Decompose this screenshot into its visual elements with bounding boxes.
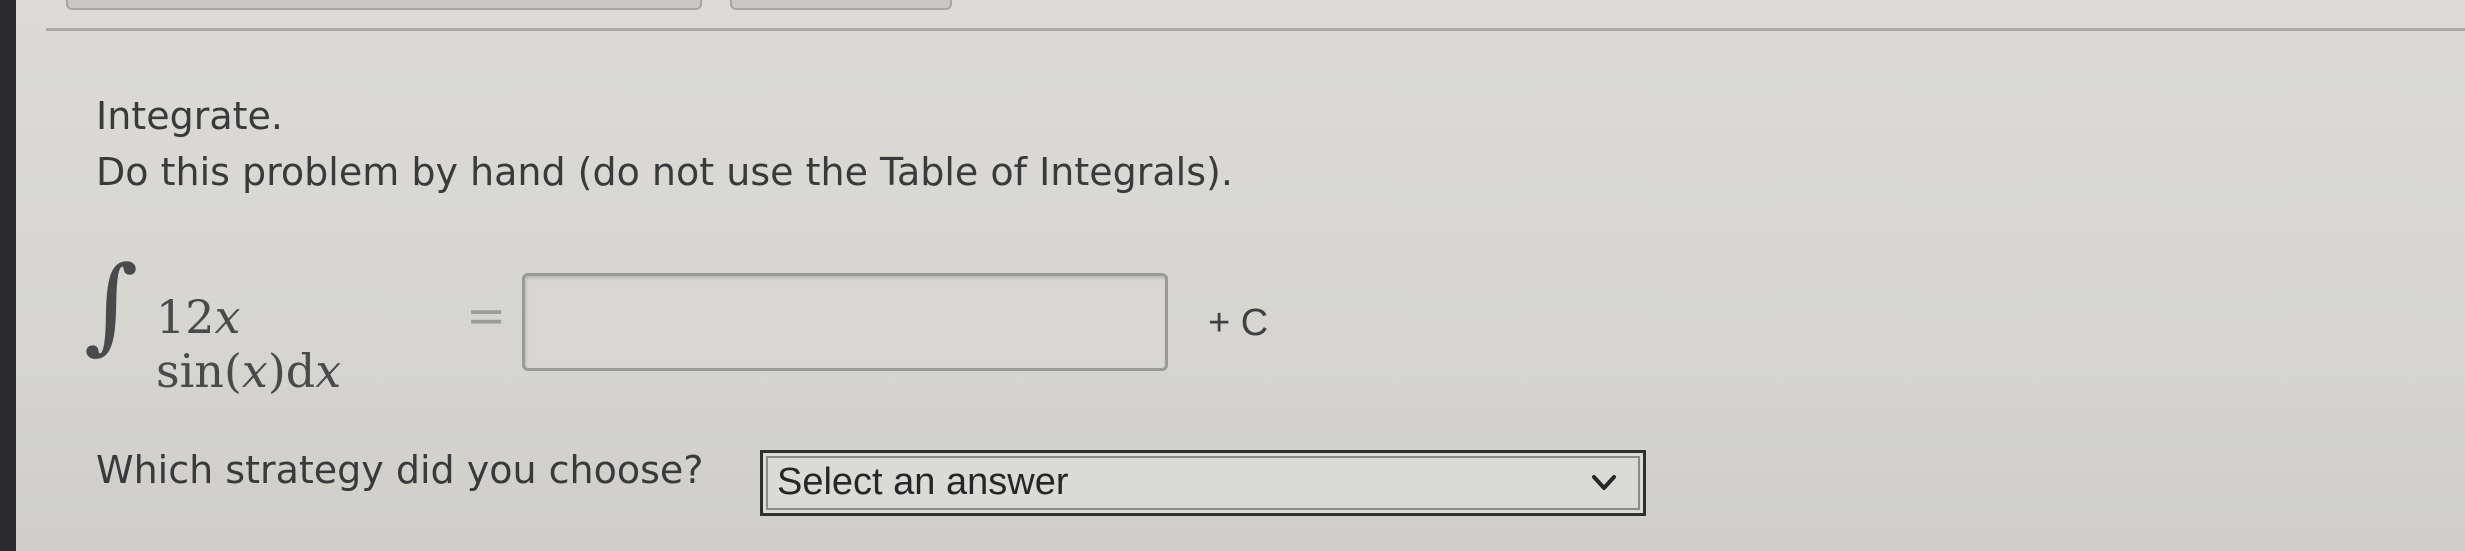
- integral-sign: ∫: [84, 243, 139, 365]
- question-instruction: Do this problem by hand (do not use the …: [96, 150, 1233, 194]
- divider: [46, 28, 2465, 31]
- variable: x: [315, 344, 342, 398]
- integrand: 12x sin(x)dx: [156, 290, 341, 398]
- window-frame: [0, 0, 16, 551]
- strategy-select-value: Select an answer: [777, 461, 1069, 503]
- answer-input[interactable]: [522, 273, 1168, 371]
- top-tab[interactable]: [66, 0, 702, 10]
- top-tab[interactable]: [730, 0, 952, 10]
- constant-label: + C: [1208, 302, 1269, 344]
- question-title: Integrate.: [96, 94, 283, 138]
- variable: x: [241, 344, 268, 398]
- strategy-label: Which strategy did you choose?: [96, 448, 704, 492]
- strategy-select[interactable]: Select an answer: [760, 450, 1646, 516]
- equals-sign: =: [466, 288, 507, 344]
- differential: )d: [267, 344, 316, 398]
- chevron-down-icon: [1592, 475, 1616, 490]
- function-name: sin(: [156, 344, 242, 398]
- variable: x: [214, 290, 241, 344]
- coefficient: 12: [156, 290, 215, 344]
